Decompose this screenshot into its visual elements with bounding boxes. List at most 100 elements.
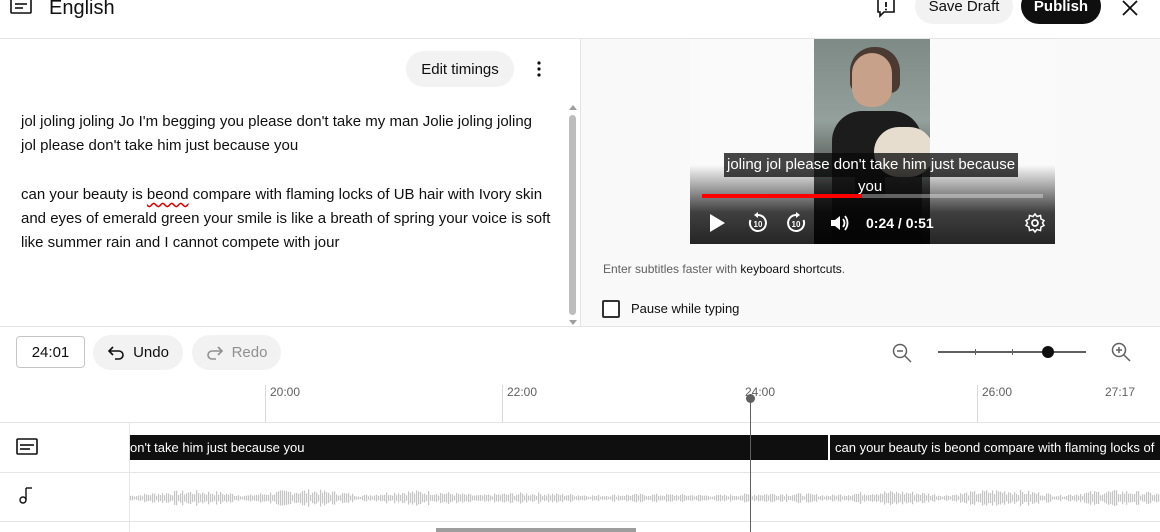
- gear-icon[interactable]: [1024, 212, 1046, 234]
- undo-button[interactable]: Undo: [93, 335, 183, 370]
- waveform-bar: [678, 496, 680, 500]
- waveform-bar: [444, 494, 446, 502]
- waveform-bar: [468, 493, 470, 503]
- waveform-bar: [454, 495, 456, 501]
- waveform-bar: [602, 495, 604, 501]
- waveform-bar: [782, 494, 784, 502]
- zoom-out-icon[interactable]: [892, 343, 912, 363]
- waveform-bar: [240, 496, 242, 500]
- waveform-bar: [700, 495, 702, 501]
- edit-timings-button[interactable]: Edit timings: [406, 51, 514, 87]
- waveform-bar: [848, 495, 850, 501]
- waveform-bar: [150, 495, 152, 501]
- zoom-in-icon[interactable]: [1111, 342, 1131, 362]
- volume-icon[interactable]: [829, 212, 851, 234]
- waveform-bar: [962, 494, 964, 502]
- waveform-bar: [668, 494, 670, 502]
- pause-while-typing-checkbox[interactable]: [602, 300, 620, 318]
- waveform-bar: [718, 495, 720, 501]
- waveform-bar: [154, 493, 156, 503]
- scroll-thumb[interactable]: [569, 115, 576, 315]
- waveform-bar: [1038, 492, 1040, 504]
- feedback-icon[interactable]: [874, 0, 898, 20]
- waveform-bar: [178, 494, 180, 502]
- keyboard-shortcuts-link[interactable]: keyboard shortcuts: [740, 262, 841, 276]
- waveform-bar: [772, 493, 774, 503]
- waveform-bar: [486, 495, 488, 501]
- waveform-bar: [844, 495, 846, 501]
- redo-button[interactable]: Redo: [192, 335, 281, 370]
- waveform-bar: [440, 492, 442, 504]
- waveform-bar: [560, 495, 562, 501]
- waveform-bar: [580, 496, 582, 500]
- waveform-bar: [530, 495, 532, 501]
- waveform-bar: [364, 495, 366, 501]
- waveform-bar: [988, 492, 990, 504]
- playhead[interactable]: [750, 396, 751, 532]
- waveform-bar: [902, 491, 904, 505]
- waveform-bar: [218, 494, 220, 502]
- timeline-scrollbar[interactable]: [436, 528, 636, 532]
- waveform-bar: [142, 496, 144, 500]
- waveform-bar: [930, 495, 932, 501]
- waveform-bar: [630, 495, 632, 501]
- waveform-bar: [686, 495, 688, 501]
- ruler-tick-label: 22:00: [507, 385, 538, 399]
- waveform-bar: [336, 494, 338, 502]
- forward-10-icon[interactable]: 10: [784, 211, 808, 235]
- waveform-bar: [812, 494, 814, 502]
- waveform-bar: [512, 493, 514, 503]
- waveform-bar: [760, 495, 762, 501]
- editor-scrollbar[interactable]: [567, 105, 579, 325]
- waveform-bar: [802, 495, 804, 501]
- waveform-bar: [1024, 494, 1026, 502]
- waveform-bar: [266, 494, 268, 502]
- waveform-bar: [754, 494, 756, 502]
- waveform-bar: [542, 496, 544, 500]
- waveform-bar: [524, 495, 526, 501]
- waveform-bar: [504, 493, 506, 503]
- publish-button[interactable]: Publish: [1021, 0, 1101, 24]
- subtitle-paragraph[interactable]: jol joling joling Jo I'm begging you ple…: [21, 110, 551, 158]
- waveform-bar: [316, 492, 318, 504]
- waveform-bar: [1026, 494, 1028, 502]
- save-draft-button[interactable]: Save Draft: [915, 0, 1013, 24]
- pause-while-typing-label[interactable]: Pause while typing: [631, 301, 739, 317]
- zoom-slider-handle[interactable]: [1042, 346, 1054, 358]
- waveform-bar: [1074, 495, 1076, 501]
- waveform-bar: [384, 494, 386, 502]
- waveform-bar: [462, 493, 464, 503]
- waveform-bar: [652, 494, 654, 502]
- waveform-bar: [298, 493, 300, 503]
- waveform-bar: [354, 496, 356, 500]
- zoom-slider[interactable]: [938, 349, 1086, 355]
- rewind-10-icon[interactable]: 10: [746, 211, 770, 235]
- waveform-bar: [1096, 492, 1098, 504]
- scroll-up-icon[interactable]: [569, 105, 577, 110]
- divider: [0, 521, 1160, 522]
- scroll-down-icon[interactable]: [569, 320, 577, 325]
- playhead-handle[interactable]: [746, 394, 755, 403]
- misspelled-word[interactable]: beond: [147, 186, 189, 203]
- subtitle-paragraph[interactable]: can your beauty is beond compare with fl…: [21, 183, 551, 255]
- waveform-bar: [1020, 489, 1022, 507]
- caption-block[interactable]: can your beauty is beond compare with fl…: [830, 435, 1160, 460]
- waveform-bar: [970, 491, 972, 505]
- waveform-bar: [842, 496, 844, 500]
- waveform-bar: [252, 495, 254, 501]
- play-icon[interactable]: [708, 213, 726, 233]
- waveform-bar: [836, 496, 838, 500]
- waveform-bar: [784, 496, 786, 500]
- divider: [0, 422, 1160, 423]
- video-progress-bar[interactable]: [702, 194, 1043, 198]
- waveform-bar: [1138, 491, 1140, 505]
- close-icon[interactable]: [1119, 0, 1141, 19]
- waveform-bar: [476, 495, 478, 501]
- more-options-icon[interactable]: [530, 58, 548, 80]
- caption-block[interactable]: on't take him just because you: [130, 435, 828, 460]
- waveform-bar: [158, 494, 160, 502]
- waveform-bar: [928, 493, 930, 503]
- waveform-bar: [202, 492, 204, 504]
- current-time-field[interactable]: 24:01: [16, 336, 85, 368]
- waveform-bar: [816, 494, 818, 502]
